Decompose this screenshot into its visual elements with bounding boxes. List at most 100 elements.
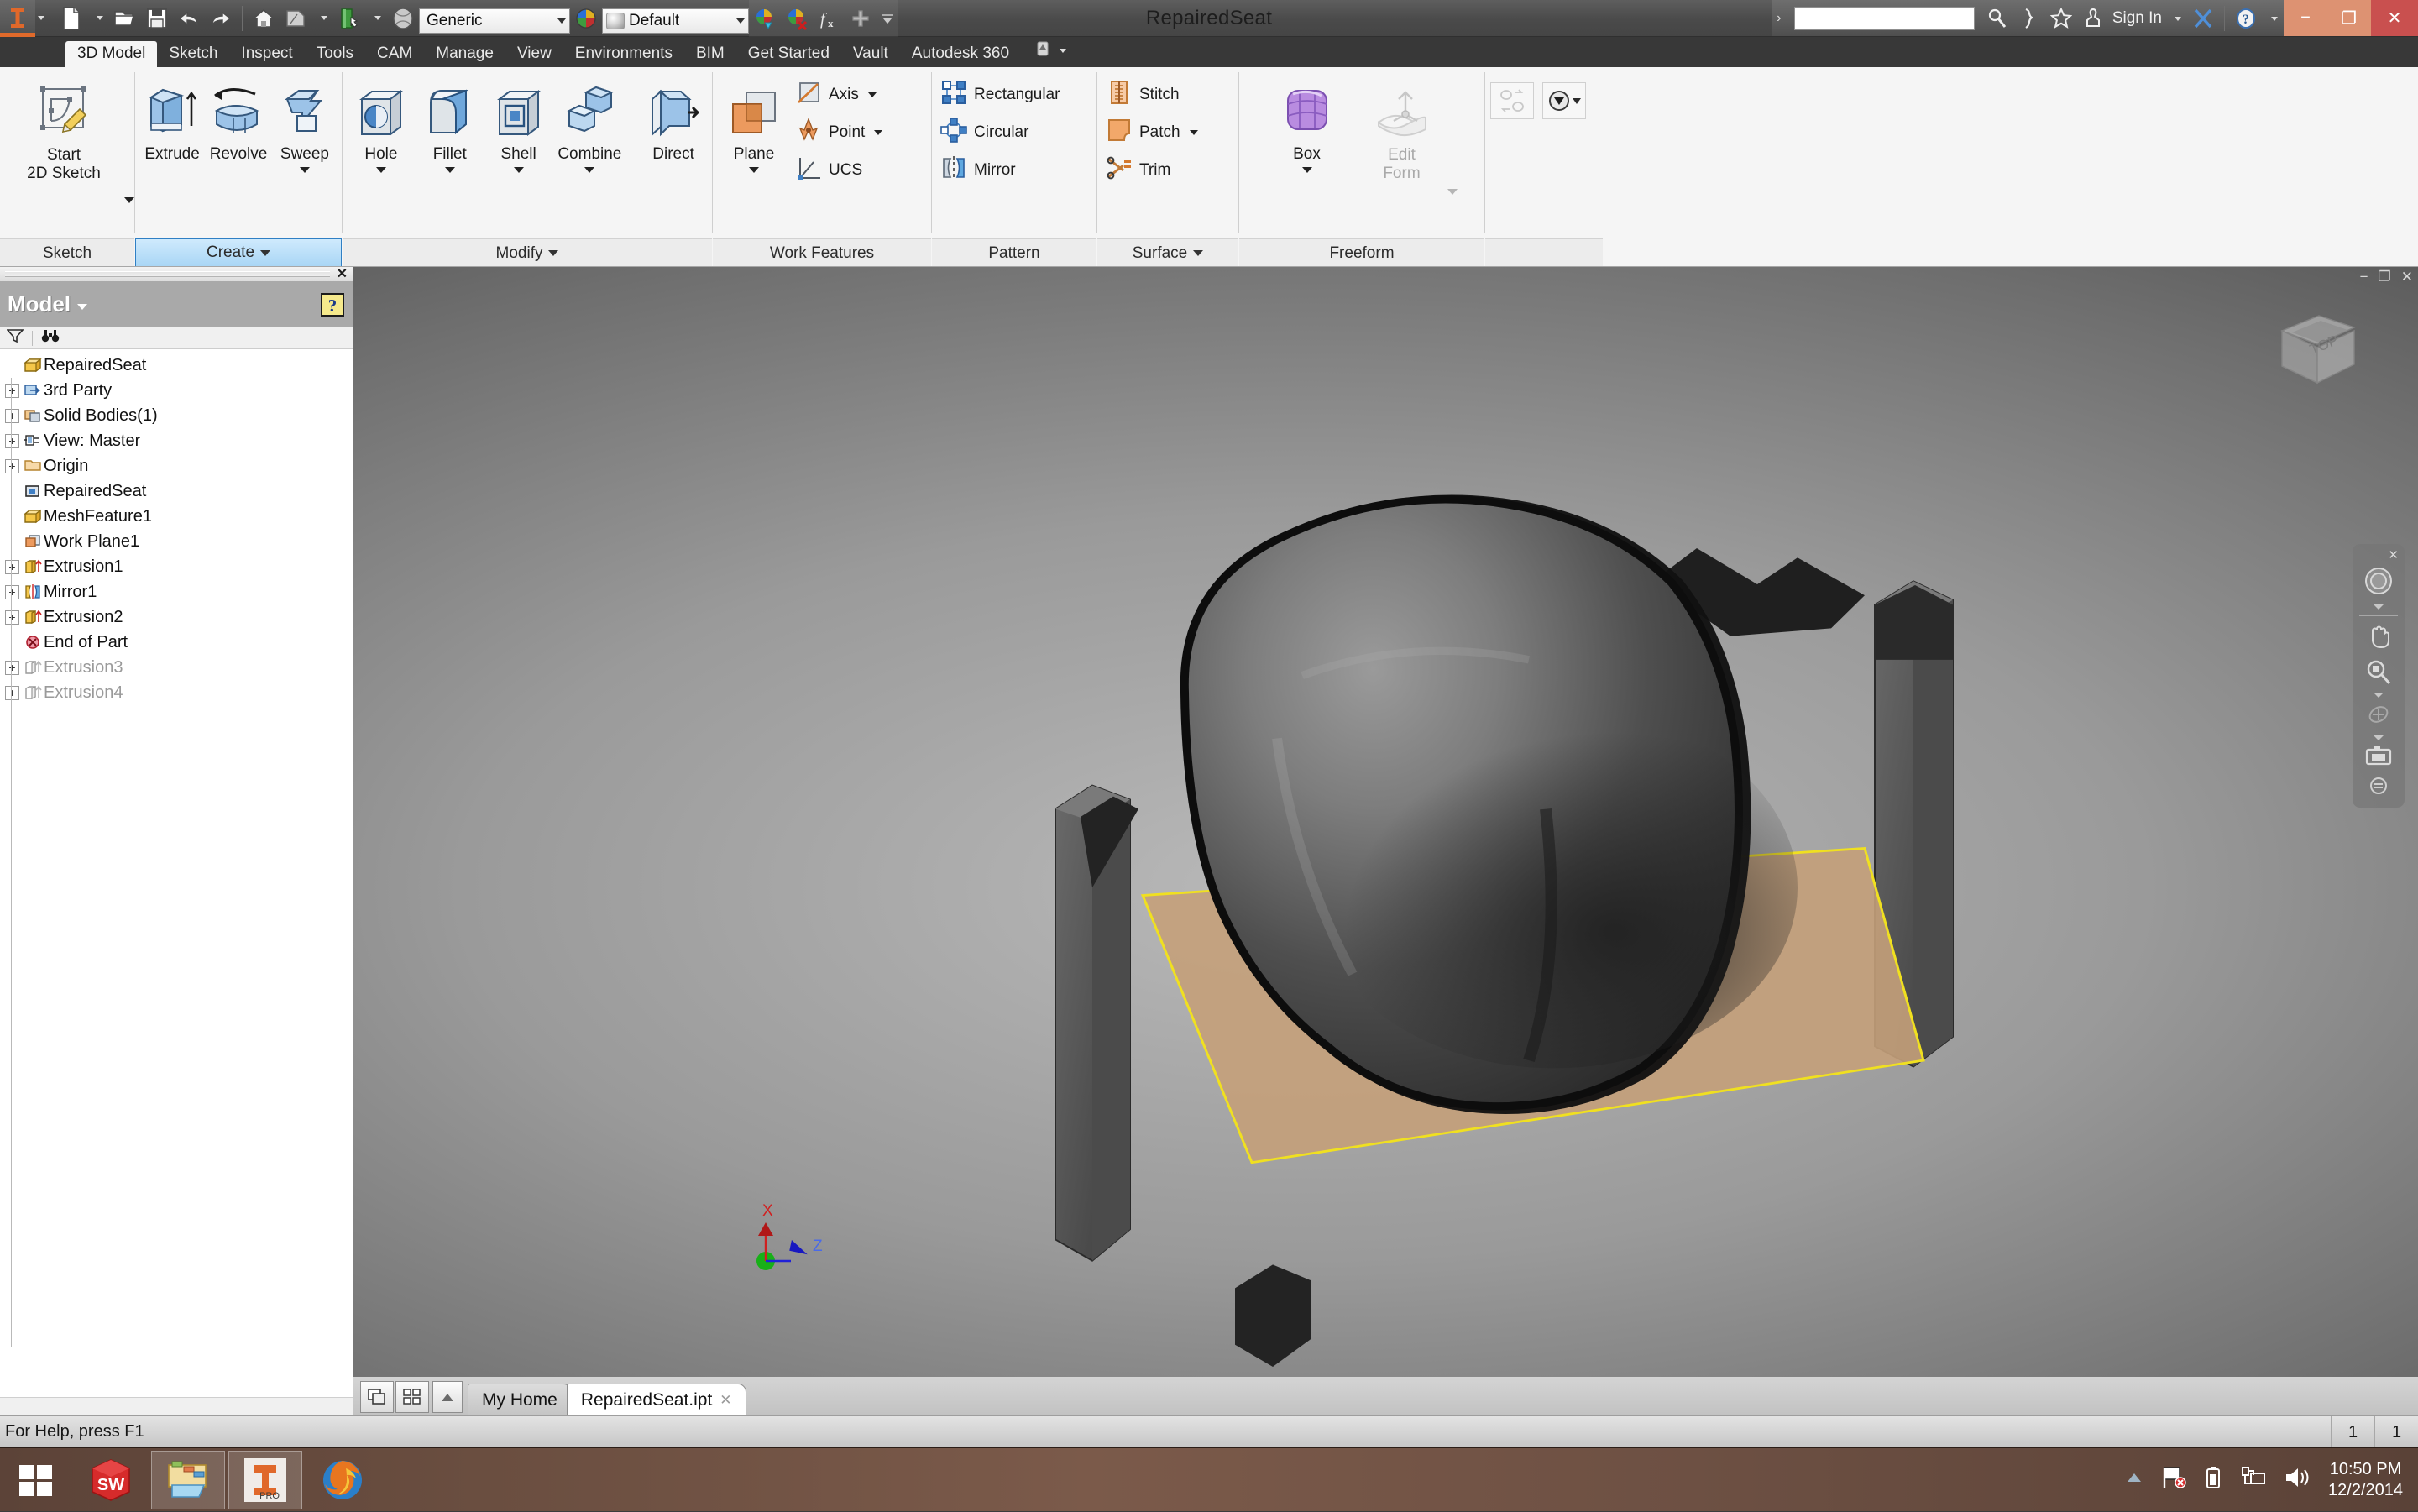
fillet-dropdown-icon[interactable] — [445, 167, 455, 173]
tab-tools[interactable]: Tools — [305, 41, 365, 67]
chevron-down-icon[interactable] — [260, 250, 270, 256]
sweep-button[interactable]: Sweep — [273, 74, 337, 173]
combine-dropdown-icon[interactable] — [584, 167, 594, 173]
material-combo[interactable]: Generic — [419, 8, 570, 34]
network-icon[interactable] — [2239, 1465, 2266, 1494]
chevron-down-icon[interactable] — [557, 18, 566, 24]
tree-item-solid-bodies[interactable]: + Solid Bodies(1) — [0, 403, 353, 428]
3d-viewport[interactable]: − ❐ ✕ TOP ✕ — [353, 267, 2418, 1415]
return-chevron-down-icon[interactable] — [311, 0, 333, 37]
tab-environments[interactable]: Environments — [563, 41, 684, 67]
clear-appearance-button[interactable] — [781, 0, 813, 37]
expander-icon[interactable]: + — [5, 459, 19, 473]
inventor-pro-taskbar-icon[interactable]: PRO — [228, 1451, 302, 1509]
panel-label-sketch[interactable]: Sketch — [0, 238, 134, 267]
tree-item-work-plane1[interactable]: Work Plane1 — [0, 529, 353, 554]
autodesk-exchange-icon[interactable] — [2187, 0, 2219, 37]
patch-dropdown-icon[interactable] — [1190, 130, 1198, 135]
chevron-down-icon[interactable] — [1193, 250, 1203, 256]
tab-bim[interactable]: BIM — [684, 41, 736, 67]
tab-vault[interactable]: Vault — [841, 41, 900, 67]
model-geometry[interactable] — [353, 267, 2418, 1415]
chevron-down-icon[interactable] — [736, 18, 745, 24]
overflow-chevron-icon[interactable]: › — [1772, 0, 1786, 36]
help-question-icon[interactable]: ? — [320, 292, 345, 317]
firefox-taskbar-icon[interactable] — [306, 1451, 379, 1509]
extrude-button[interactable]: Extrude — [140, 74, 204, 163]
chevron-down-icon[interactable] — [77, 304, 87, 310]
tab-autodesk-360[interactable]: Autodesk 360 — [900, 41, 1021, 67]
tree-item-end-of-part[interactable]: End of Part — [0, 630, 353, 655]
steering-wheel-icon[interactable] — [2362, 564, 2395, 602]
start-windows-icon[interactable] — [0, 1448, 72, 1512]
return-button[interactable] — [280, 0, 311, 37]
tree-item-extrusion2[interactable]: + Extrusion2 — [0, 604, 353, 630]
navigation-bar[interactable]: ✕ — [2353, 544, 2405, 808]
inventor-pro-logo[interactable] — [0, 0, 35, 37]
undo-button[interactable] — [173, 0, 205, 37]
viewport-restore-button[interactable]: ❐ — [2379, 269, 2391, 285]
freeform-box-button[interactable]: Box — [1267, 74, 1348, 173]
file-explorer-taskbar-icon[interactable] — [151, 1451, 225, 1509]
fillet-button[interactable]: Fillet — [416, 74, 484, 173]
tab-3d-model[interactable]: 3D Model — [65, 41, 157, 67]
help-sign-icon[interactable] — [2013, 0, 2045, 37]
add-parameter-button[interactable] — [845, 0, 877, 37]
axis-button[interactable]: Axis — [792, 77, 889, 112]
open-file-button[interactable] — [109, 0, 141, 37]
action-center-flag-icon[interactable] — [2160, 1465, 2187, 1494]
expander-icon[interactable]: + — [5, 434, 19, 448]
parameters-chevron-down-icon[interactable] — [877, 0, 898, 37]
update-chevron-down-icon[interactable] — [365, 0, 387, 37]
doc-tab-my-home[interactable]: My Home — [468, 1384, 572, 1415]
adjust-appearance-button[interactable] — [749, 0, 781, 37]
user-account-icon[interactable] — [2077, 0, 2109, 37]
tree-item-extrusion1[interactable]: + Extrusion1 — [0, 554, 353, 579]
panel-label-modify[interactable]: Modify — [343, 238, 712, 267]
panel-label-surface[interactable]: Surface — [1097, 238, 1238, 267]
tab-cam[interactable]: CAM — [365, 41, 424, 67]
taskbar-clock[interactable]: 10:50 PM 12/2/2014 — [2328, 1459, 2403, 1501]
zoom-dropdown-icon[interactable] — [2374, 693, 2384, 698]
panel-label-freeform[interactable]: Freeform — [1239, 238, 1484, 267]
chevron-down-icon[interactable] — [548, 250, 558, 256]
search-icon[interactable] — [1981, 0, 2013, 37]
orbit-icon[interactable] — [2364, 700, 2393, 733]
parameters-button[interactable]: fx — [813, 0, 845, 37]
new-file-button[interactable] — [55, 0, 87, 37]
edit-form-dropdown-icon[interactable] — [1447, 189, 1458, 195]
browser-horizontal-scrollbar[interactable] — [0, 1397, 353, 1415]
axis-dropdown-icon[interactable] — [868, 92, 877, 97]
trim-button[interactable]: Trim — [1102, 153, 1205, 187]
restore-button[interactable]: ❐ — [2327, 0, 2371, 36]
circular-pattern-button[interactable]: Circular — [937, 115, 1066, 149]
close-button[interactable]: ✕ — [2371, 0, 2418, 36]
scroll-up-icon[interactable] — [432, 1381, 463, 1413]
ucs-button[interactable]: UCS — [792, 153, 889, 187]
tab-inspect[interactable]: Inspect — [229, 41, 304, 67]
sign-in-chevron-down-icon[interactable] — [2165, 0, 2187, 37]
viewcube[interactable]: TOP — [2267, 307, 2368, 400]
doc-tab-repairedseat[interactable]: RepairedSeat.ipt ✕ — [567, 1384, 746, 1415]
tab-manage[interactable]: Manage — [424, 41, 505, 67]
tree-item-extrusion3[interactable]: + Extrusion3 — [0, 655, 353, 680]
tab-get-started[interactable]: Get Started — [736, 41, 841, 67]
start-2d-sketch-dropdown-icon[interactable] — [124, 197, 134, 203]
expander-icon[interactable]: + — [5, 661, 19, 675]
navbar-close-icon[interactable]: ✕ — [2388, 549, 2399, 562]
model-tree[interactable]: RepairedSeat + 3rd Party + Solid Bodies(… — [0, 349, 353, 1397]
tree-item-mirror1[interactable]: + Mirror1 — [0, 579, 353, 604]
edit-form-button[interactable]: Edit Form — [1358, 74, 1446, 183]
nav-settings-icon[interactable] — [2368, 775, 2389, 801]
save-file-button[interactable] — [141, 0, 173, 37]
tree-item-view-master[interactable]: + View: Master — [0, 428, 353, 453]
freeform-box-dropdown-icon[interactable] — [1302, 167, 1312, 173]
convert-button[interactable] — [1490, 82, 1534, 119]
stitch-button[interactable]: Stitch — [1102, 77, 1205, 112]
favorites-star-icon[interactable] — [2045, 0, 2077, 37]
battery-icon[interactable] — [2204, 1465, 2222, 1494]
point-dropdown-icon[interactable] — [874, 130, 882, 135]
volume-icon[interactable] — [2283, 1465, 2311, 1494]
close-icon[interactable]: ✕ — [720, 1392, 731, 1409]
logo-chevron-down-icon[interactable] — [38, 16, 44, 20]
